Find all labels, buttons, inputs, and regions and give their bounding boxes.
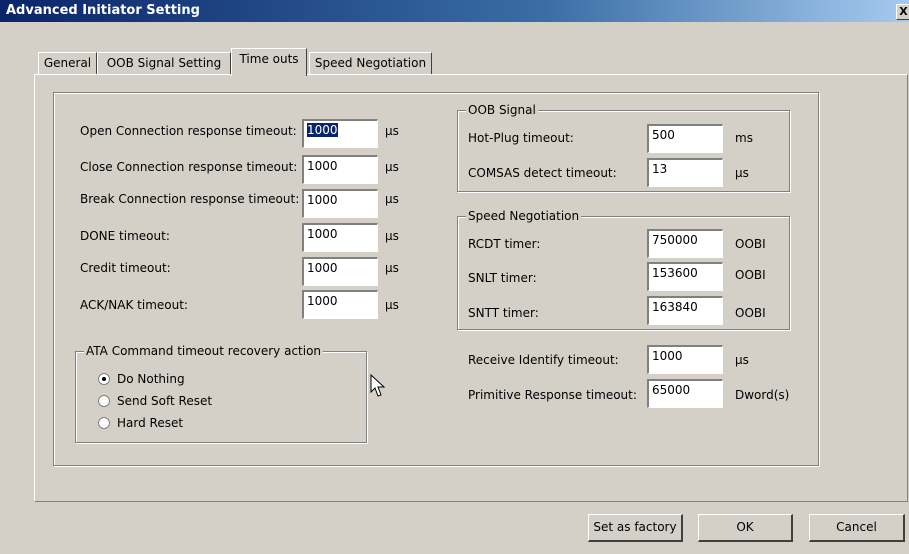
credit-timeout-unit: µs <box>385 261 399 275</box>
send-soft-reset-radio[interactable] <box>98 395 110 407</box>
receive-identify-timeout-unit: µs <box>735 353 749 367</box>
hot-plug-timeout-label: Hot-Plug timeout: <box>468 131 574 145</box>
mouse-cursor-icon <box>370 374 386 397</box>
set-as-factory-button[interactable]: Set as factory <box>588 514 683 542</box>
primitive-response-timeout-input[interactable]: 65000 <box>647 379 723 408</box>
receive-identify-timeout-label: Receive Identify timeout: <box>468 353 619 367</box>
credit-timeout-input[interactable]: 1000 <box>302 257 378 286</box>
snlt-timer-label: SNLT timer: <box>468 271 537 285</box>
receive-identify-timeout-input[interactable]: 1000 <box>647 345 723 374</box>
primitive-response-timeout-label: Primitive Response timeout: <box>468 388 637 402</box>
tab-time-outs[interactable]: Time outs <box>231 48 307 76</box>
done-timeout-label: DONE timeout: <box>80 229 170 243</box>
ata-recovery-group-title: ATA Command timeout recovery action <box>84 344 324 358</box>
done-timeout-unit: µs <box>385 229 399 243</box>
oob-signal-group-title: OOB Signal <box>466 103 538 117</box>
rcdt-timer-unit: OOBI <box>735 237 766 251</box>
sntt-timer-input[interactable]: 163840 <box>647 296 723 325</box>
close-connection-timeout-unit: µs <box>385 160 399 174</box>
hard-reset-radio[interactable] <box>98 417 110 429</box>
ok-button[interactable]: OK <box>698 514 793 542</box>
rcdt-timer-label: RCDT timer: <box>468 237 541 251</box>
sntt-timer-unit: OOBI <box>735 306 766 320</box>
tab-general[interactable]: General <box>38 52 97 74</box>
close-connection-timeout-input[interactable]: 1000 <box>302 155 378 184</box>
tab-oob-signal-setting[interactable]: OOB Signal Setting <box>97 52 231 74</box>
close-connection-timeout-label: Close Connection response timeout: <box>80 160 298 174</box>
break-connection-timeout-input[interactable]: 1000 <box>302 189 378 218</box>
primitive-response-timeout-unit: Dword(s) <box>735 388 790 402</box>
break-connection-timeout-unit: µs <box>385 192 399 206</box>
close-icon[interactable]: X <box>896 4 909 20</box>
break-connection-timeout-label: Break Connection response timeout: <box>80 192 300 206</box>
tab-speed-negotiation[interactable]: Speed Negotiation <box>309 52 432 74</box>
send-soft-reset-label[interactable]: Send Soft Reset <box>117 394 212 408</box>
comsas-detect-timeout-unit: µs <box>735 166 749 180</box>
window-title: Advanced Initiator Setting <box>6 3 200 18</box>
comsas-detect-timeout-input[interactable]: 13 <box>647 158 723 187</box>
speed-negotiation-group-title: Speed Negotiation <box>466 209 582 223</box>
snlt-timer-input[interactable]: 153600 <box>647 262 723 291</box>
rcdt-timer-input[interactable]: 750000 <box>647 229 723 258</box>
open-connection-timeout-unit: µs <box>385 124 399 138</box>
ack-nak-timeout-unit: µs <box>385 298 399 312</box>
ack-nak-timeout-input[interactable]: 1000 <box>302 290 378 319</box>
do-nothing-radio[interactable] <box>98 373 110 385</box>
cancel-button[interactable]: Cancel <box>809 514 905 542</box>
do-nothing-label[interactable]: Do Nothing <box>117 372 185 386</box>
credit-timeout-label: Credit timeout: <box>80 261 171 275</box>
hard-reset-label[interactable]: Hard Reset <box>117 416 183 430</box>
comsas-detect-timeout-label: COMSAS detect timeout: <box>468 166 617 180</box>
hot-plug-timeout-unit: ms <box>735 131 753 145</box>
open-connection-timeout-label: Open Connection response timeout: <box>80 124 297 138</box>
open-connection-timeout-input[interactable]: 1000 <box>302 119 378 148</box>
done-timeout-input[interactable]: 1000 <box>302 223 378 252</box>
ack-nak-timeout-label: ACK/NAK timeout: <box>80 298 188 312</box>
open-connection-timeout-value: 1000 <box>307 123 338 137</box>
hot-plug-timeout-input[interactable]: 500 <box>647 124 723 153</box>
sntt-timer-label: SNTT timer: <box>468 306 539 320</box>
snlt-timer-unit: OOBI <box>735 268 766 282</box>
